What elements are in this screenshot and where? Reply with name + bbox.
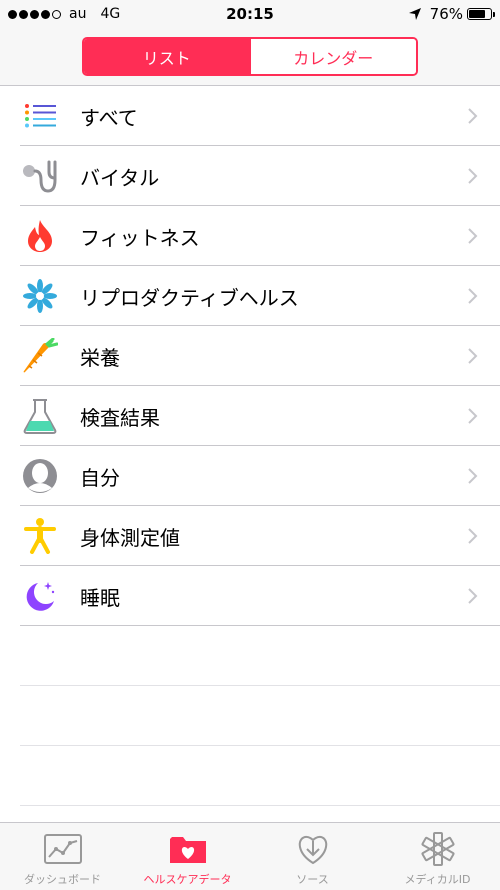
segment-list[interactable]: リスト <box>84 39 250 74</box>
snowflake-flower-icon <box>20 278 60 314</box>
battery-percent: 76% <box>429 5 463 23</box>
category-row-nutrition[interactable]: 栄養 <box>0 326 500 386</box>
location-arrow-icon <box>408 8 421 20</box>
nav-bar: リスト カレンダー <box>0 30 500 86</box>
chevron-right-icon <box>468 228 478 244</box>
chevron-right-icon <box>468 588 478 604</box>
tab-medical-id[interactable]: メディカルID <box>375 823 500 890</box>
category-row-fitness[interactable]: フィットネス <box>0 206 500 266</box>
folder-heart-icon <box>169 837 206 863</box>
category-label: フィットネス <box>80 225 200 250</box>
category-row-body-measurements[interactable]: 身体測定値 <box>0 506 500 566</box>
view-mode-segmented-control: リスト カレンダー <box>82 37 418 76</box>
category-label: すべて <box>80 105 138 130</box>
tab-dashboard[interactable]: ダッシュボード <box>0 823 125 890</box>
tab-health-data[interactable]: ヘルスケアデータ <box>125 823 250 890</box>
flask-icon <box>20 398 60 434</box>
chevron-right-icon <box>468 108 478 124</box>
category-label: 栄養 <box>80 345 120 370</box>
category-label: 身体測定値 <box>80 525 180 550</box>
stethoscope-icon <box>20 158 60 194</box>
medical-asterisk-icon <box>421 832 454 866</box>
status-right: 76% <box>408 5 495 23</box>
battery-icon <box>467 8 495 20</box>
chevron-right-icon <box>468 168 478 184</box>
category-list: すべて バイタル フィットネス リプロダクティブヘルス 栄養 検査結果 自分 身… <box>0 86 500 806</box>
carrot-icon <box>20 338 60 374</box>
category-label: 自分 <box>80 465 120 490</box>
empty-separator <box>0 746 500 806</box>
category-label: 睡眠 <box>80 585 120 610</box>
chevron-right-icon <box>468 408 478 424</box>
chevron-right-icon <box>468 468 478 484</box>
flame-icon <box>20 218 60 254</box>
tab-bar: ダッシュボード ヘルスケアデータ ソース メディカルID <box>0 822 500 890</box>
chevron-right-icon <box>468 528 478 544</box>
category-row-sleep[interactable]: 睡眠 <box>0 566 500 626</box>
category-row-me[interactable]: 自分 <box>0 446 500 506</box>
category-row-vitals[interactable]: バイタル <box>0 146 500 206</box>
category-label: バイタル <box>80 165 160 190</box>
body-figure-icon <box>20 518 60 554</box>
list-icon <box>20 98 60 134</box>
category-row-lab-results[interactable]: 検査結果 <box>0 386 500 446</box>
category-label: 検査結果 <box>80 405 160 430</box>
download-heart-icon <box>298 835 327 865</box>
segment-calendar[interactable]: カレンダー <box>249 39 416 74</box>
category-row-reproductive-health[interactable]: リプロダクティブヘルス <box>0 266 500 326</box>
category-row-all[interactable]: すべて <box>0 86 500 146</box>
battery-level <box>469 10 485 18</box>
empty-separator <box>0 626 500 686</box>
tab-label: メディカルID <box>404 873 471 886</box>
tab-sources[interactable]: ソース <box>250 823 375 890</box>
moon-icon <box>20 578 60 614</box>
status-bar: au 4G 20:15 76% <box>0 0 500 30</box>
tab-label: ヘルスケアデータ <box>143 873 232 886</box>
empty-separator <box>0 686 500 746</box>
chevron-right-icon <box>468 348 478 364</box>
dashboard-chart-icon <box>43 834 82 864</box>
chevron-right-icon <box>468 288 478 304</box>
tab-label: ダッシュボード <box>24 873 101 886</box>
category-label: リプロダクティブヘルス <box>80 285 299 310</box>
tab-label: ソース <box>296 873 329 886</box>
person-silhouette-icon <box>20 458 60 494</box>
